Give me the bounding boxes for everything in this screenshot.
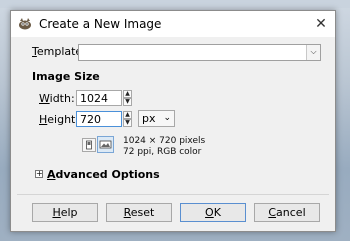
title-bar: Create a New Image ✕ xyxy=(11,11,335,37)
desktop-background xyxy=(0,0,350,8)
ok-button[interactable]: OK xyxy=(180,203,246,222)
height-input[interactable]: 720 xyxy=(76,111,122,127)
unit-value: px xyxy=(142,112,156,125)
width-increment-button[interactable]: ▲ xyxy=(123,90,132,98)
gimp-app-icon xyxy=(19,18,31,30)
width-stepper[interactable]: ▲ ▼ xyxy=(123,90,132,106)
advanced-options-toggle[interactable]: Advanced Options xyxy=(47,168,160,181)
chevron-down-icon: ⌄ xyxy=(163,113,171,123)
portrait-orientation-icon xyxy=(86,140,92,150)
width-input[interactable]: 1024 xyxy=(76,90,122,106)
help-button[interactable]: Help xyxy=(32,203,98,222)
height-stepper[interactable]: ▲ ▼ xyxy=(123,111,132,127)
new-image-dialog: Create a New Image ✕ Template: ⌵ Image S… xyxy=(10,10,336,232)
landscape-orientation-icon xyxy=(99,140,112,149)
width-label: Width: xyxy=(39,92,75,105)
separator xyxy=(17,194,329,195)
unit-select[interactable]: px ⌄ xyxy=(138,110,175,127)
landscape-orientation-button[interactable] xyxy=(97,136,114,153)
close-icon[interactable]: ✕ xyxy=(311,14,331,34)
template-combo[interactable]: ⌵ xyxy=(78,44,321,61)
cancel-button[interactable]: Cancel xyxy=(254,203,320,222)
height-increment-button[interactable]: ▲ xyxy=(123,111,132,119)
reset-button[interactable]: Reset xyxy=(106,203,172,222)
height-label: Height: xyxy=(39,113,80,126)
image-resolution-info: 72 ppi, RGB color xyxy=(123,147,202,157)
image-dimensions-info: 1024 × 720 pixels xyxy=(123,136,206,146)
chevron-down-icon[interactable]: ⌵ xyxy=(306,45,320,60)
expander-plus-icon[interactable]: + xyxy=(35,170,43,178)
portrait-orientation-button[interactable] xyxy=(82,138,96,152)
image-size-heading: Image Size xyxy=(32,70,100,83)
width-decrement-button[interactable]: ▼ xyxy=(123,98,132,106)
dialog-title: Create a New Image xyxy=(39,17,162,31)
height-decrement-button[interactable]: ▼ xyxy=(123,119,132,127)
